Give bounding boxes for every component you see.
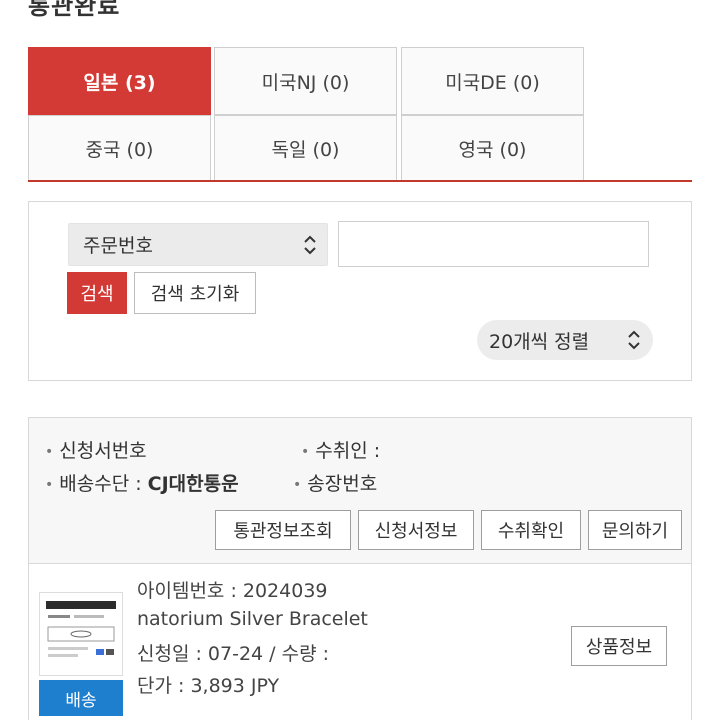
- chevron-up-down-icon: [628, 330, 640, 350]
- order-summary: • 신청서번호 • 수취인 : • 배송수단 : CJ대한통운 • 송장번호 통관정보조회…: [28, 417, 692, 565]
- shipping-method-field: • 배송수단 : CJ대한통운: [45, 469, 239, 496]
- product-thumbnail[interactable]: [39, 592, 123, 676]
- shipping-method-value: CJ대한통운: [147, 473, 239, 495]
- customs-info-button[interactable]: 통관정보조회: [215, 510, 351, 550]
- country-tabs: 일본 (3) 미국NJ (0) 미국DE (0) 중국 (0) 독일 (0) 영…: [28, 47, 584, 181]
- tab-uk[interactable]: 영국 (0): [401, 115, 584, 181]
- application-no-label: 신청서번호: [59, 440, 147, 462]
- tab-germany[interactable]: 독일 (0): [214, 115, 397, 181]
- shipping-badge: 배송: [39, 680, 123, 716]
- application-no-field: • 신청서번호: [45, 436, 147, 463]
- shipping-method-label: 배송수단 :: [59, 473, 142, 495]
- tab-japan[interactable]: 일본 (3): [28, 47, 211, 115]
- sort-select[interactable]: 20개씩 정렬: [477, 320, 653, 360]
- product-image-icon: [46, 601, 116, 657]
- item-unit-price: 단가 : 3,893 JPY: [137, 675, 280, 697]
- bullet-icon: •: [301, 443, 310, 460]
- recipient-field: • 수취인 :: [301, 436, 380, 463]
- recipient-label: 수취인 :: [315, 440, 381, 462]
- item-number: 아이템번호 : 2024039: [137, 580, 328, 602]
- confirm-receipt-button[interactable]: 수취확인: [481, 510, 581, 550]
- search-field-select-label: 주문번호: [83, 235, 153, 257]
- sort-select-label: 20개씩 정렬: [489, 330, 590, 353]
- application-info-button[interactable]: 신청서정보: [358, 510, 474, 550]
- reset-search-button[interactable]: 검색 초기화: [134, 272, 256, 314]
- bullet-icon: •: [45, 476, 54, 493]
- item-name: natorium Silver Bracelet: [137, 608, 368, 630]
- product-info-button[interactable]: 상품정보: [571, 626, 667, 666]
- tab-usa-nj[interactable]: 미국NJ (0): [214, 47, 397, 115]
- item-card: 배송 아이템번호 : 2024039 natorium Silver Brace…: [28, 563, 692, 720]
- search-field-select[interactable]: 주문번호: [68, 223, 328, 266]
- page-title: 통관완료: [28, 0, 121, 20]
- bullet-icon: •: [293, 476, 302, 493]
- tracking-no-field: • 송장번호: [293, 469, 377, 496]
- tabs-divider: [28, 180, 692, 182]
- item-applied-date: 신청일 : 07-24 / 수량 :: [137, 643, 330, 665]
- tab-china[interactable]: 중국 (0): [28, 115, 211, 181]
- bullet-icon: •: [45, 443, 54, 460]
- tab-usa-de[interactable]: 미국DE (0): [401, 47, 584, 115]
- search-button[interactable]: 검색: [67, 272, 127, 314]
- search-panel: 주문번호 검색 검색 초기화 20개씩 정렬: [28, 201, 692, 381]
- inquiry-button[interactable]: 문의하기: [588, 510, 682, 550]
- tracking-no-label: 송장번호: [307, 473, 378, 495]
- search-input[interactable]: [338, 221, 649, 267]
- chevron-up-down-icon: [304, 235, 316, 255]
